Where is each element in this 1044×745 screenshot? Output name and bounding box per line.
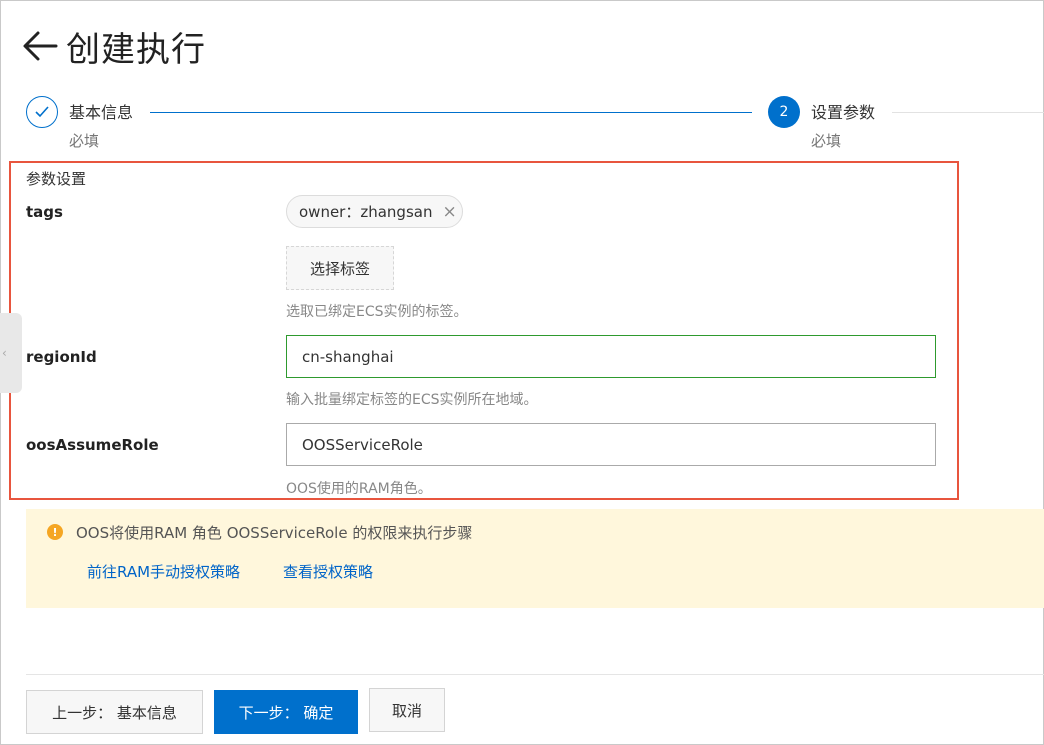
- section-title: 参数设置: [26, 170, 87, 188]
- view-policy-link[interactable]: 查看授权策略: [283, 561, 373, 582]
- tags-help: 选取已绑定ECS实例的标签。: [286, 304, 468, 320]
- collapse-handle[interactable]: ‹: [0, 313, 22, 393]
- step-set-params[interactable]: 2 设置参数 必填: [768, 96, 875, 152]
- prev-step-button[interactable]: 上一步： 基本信息: [26, 690, 203, 734]
- step-title: 设置参数: [811, 103, 876, 122]
- step-basic-info[interactable]: 基本信息 必填: [26, 96, 133, 152]
- chevron-left-icon: ‹: [2, 346, 7, 360]
- warning-icon: !: [47, 524, 63, 540]
- step-desc: 必填: [69, 132, 100, 150]
- notice-text: OOS将使用RAM 角色 OOSServiceRole 的权限来执行步骤: [76, 524, 473, 542]
- close-icon[interactable]: ×: [442, 202, 456, 222]
- page-header: 创建执行: [23, 20, 206, 72]
- step-connector: [892, 112, 1044, 113]
- footer-divider: [26, 674, 1044, 675]
- page-title: 创建执行: [66, 29, 206, 70]
- step-desc: 必填: [811, 132, 842, 150]
- check-icon: [26, 96, 58, 128]
- step-number: 2: [768, 96, 800, 128]
- select-tag-button[interactable]: 选择标签: [286, 246, 394, 290]
- next-step-button[interactable]: 下一步： 确定: [214, 690, 358, 734]
- step-connector: [150, 112, 752, 113]
- role-input[interactable]: [286, 423, 936, 466]
- step-title: 基本信息: [69, 103, 134, 122]
- role-help: OOS使用的RAM角色。: [286, 481, 432, 497]
- tag-chip-text: owner：zhangsan: [299, 203, 433, 221]
- notice-banner: ! OOS将使用RAM 角色 OOSServiceRole 的权限来执行步骤 前…: [26, 509, 1044, 608]
- cancel-button[interactable]: 取消: [369, 688, 445, 732]
- region-label: regionId: [26, 348, 97, 366]
- role-label: oosAssumeRole: [26, 436, 159, 454]
- tags-label: tags: [26, 203, 63, 221]
- tag-chip: owner：zhangsan ×: [286, 195, 463, 228]
- back-arrow-icon[interactable]: [20, 26, 60, 66]
- step-indicator: 基本信息 必填 2 设置参数 必填: [26, 96, 1044, 156]
- ram-manual-auth-link[interactable]: 前往RAM手动授权策略: [87, 561, 240, 582]
- region-help: 输入批量绑定标签的ECS实例所在地域。: [286, 392, 538, 408]
- region-input[interactable]: [286, 335, 936, 378]
